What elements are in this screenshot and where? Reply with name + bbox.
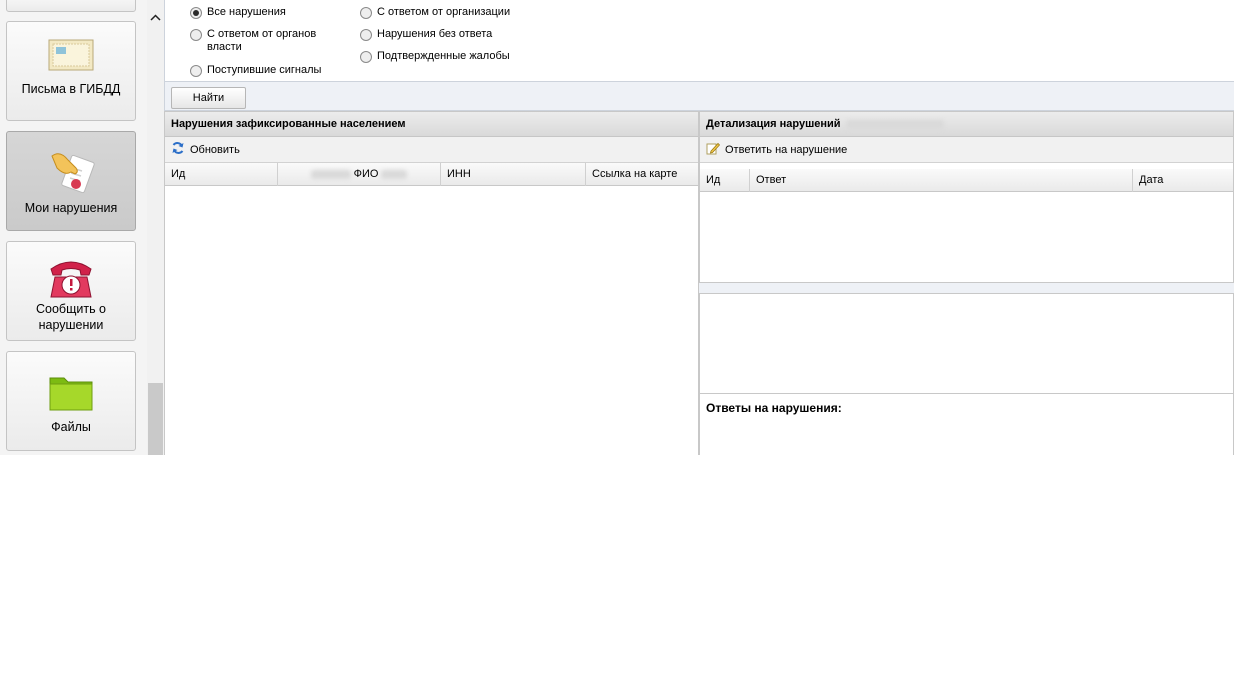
panel-title-text: Детализация нарушений (706, 118, 841, 130)
nav-scrollbar[interactable] (147, 0, 164, 455)
nav-tile-label: Письма в ГИБДД (21, 82, 121, 96)
column-header-id[interactable]: Ид (165, 163, 278, 186)
reply-button[interactable]: Ответить на нарушение (706, 142, 847, 158)
redacted-text (310, 169, 351, 179)
nav-tile-label: Файлы (51, 420, 91, 434)
radio-dot[interactable] (190, 29, 202, 41)
column-header-answer[interactable]: Ответ (750, 169, 1133, 192)
nav-tile-top-partial[interactable] (6, 0, 136, 12)
redacted-text (845, 119, 944, 129)
nav-tile-letters-gibdd[interactable]: Письма в ГИБДД (6, 21, 136, 121)
answers-label: Ответы на нарушения: (706, 401, 842, 415)
chevron-up-icon[interactable] (147, 10, 164, 24)
refresh-label: Обновить (190, 144, 240, 156)
radio-label: С ответом от организации (377, 6, 511, 18)
violations-panel: Нарушения зафиксированные населением Обн… (164, 111, 699, 455)
radio-dot[interactable] (360, 29, 372, 41)
nav-tile-label: Мои нарушения (24, 201, 118, 215)
scrollbar-thumb[interactable] (148, 383, 163, 455)
refresh-icon (171, 141, 185, 160)
panel-toolbar: Обновить (165, 137, 698, 163)
grid-header: Ид Ответ Дата (700, 169, 1233, 192)
search-toolbar: Найти (164, 82, 1234, 111)
nav-tile-label: Сообщить о нарушении (35, 302, 107, 332)
radio-incoming-signals[interactable]: Поступившие сигналы (190, 64, 321, 77)
alert-phone-icon (47, 255, 95, 304)
radio-dot[interactable] (360, 7, 372, 19)
redacted-text (381, 169, 408, 179)
detail-text-area (699, 293, 1234, 394)
radio-with-organization-reply[interactable]: С ответом от организации (360, 6, 510, 19)
hand-document-icon (46, 146, 96, 199)
column-header-map-link[interactable]: Ссылка на карте (586, 163, 698, 186)
radio-dot[interactable] (190, 65, 202, 77)
panel-title: Детализация нарушений (700, 112, 1233, 137)
panel-splitter[interactable] (699, 283, 1234, 293)
folder-icon (49, 372, 93, 415)
radio-dot[interactable] (190, 7, 202, 19)
column-header-fio-label: ФИО (353, 168, 379, 180)
grid-header: Ид ФИО ИНН Ссылка на карте (165, 163, 698, 186)
left-nav: Письма в ГИБДД Мои нарушения Сообщить о … (0, 0, 147, 455)
nav-tile-files[interactable]: Файлы (6, 351, 136, 451)
nav-tile-report-violation[interactable]: Сообщить о нарушении (6, 241, 136, 341)
filter-panel: Все нарушения С ответом от органов власт… (164, 0, 1234, 82)
radio-label: Все нарушения (207, 6, 286, 18)
app-window: Письма в ГИБДД Мои нарушения Сообщить о … (0, 0, 1234, 455)
letter-icon (48, 39, 94, 74)
radio-with-authority-reply[interactable]: С ответом от органов власти (190, 28, 340, 54)
column-header-date[interactable]: Дата (1133, 169, 1233, 192)
answers-section: Ответы на нарушения: (699, 393, 1234, 455)
pencil-icon (706, 141, 721, 160)
radio-label: Подтвержденные жалобы (377, 50, 510, 62)
radio-label: Поступившие сигналы (207, 64, 322, 76)
radio-confirmed-complaints[interactable]: Подтвержденные жалобы (360, 50, 510, 63)
column-header-fio[interactable]: ФИО (278, 163, 441, 186)
radio-label: Нарушения без ответа (377, 28, 493, 40)
column-header-inn[interactable]: ИНН (441, 163, 586, 186)
column-header-id[interactable]: Ид (700, 169, 750, 192)
search-button[interactable]: Найти (171, 87, 246, 109)
reply-label: Ответить на нарушение (725, 144, 848, 156)
panel-title: Нарушения зафиксированные населением (165, 112, 698, 137)
details-panel: Детализация нарушений Ответить на наруше… (699, 111, 1234, 283)
radio-all-violations[interactable]: Все нарушения (190, 6, 286, 19)
panel-toolbar: Ответить на нарушение (700, 137, 1233, 163)
radio-without-reply[interactable]: Нарушения без ответа (360, 28, 492, 41)
refresh-button[interactable]: Обновить (171, 141, 240, 160)
nav-tile-my-violations[interactable]: Мои нарушения (6, 131, 136, 231)
radio-dot[interactable] (360, 51, 372, 63)
radio-label: С ответом от органов власти (207, 28, 317, 53)
